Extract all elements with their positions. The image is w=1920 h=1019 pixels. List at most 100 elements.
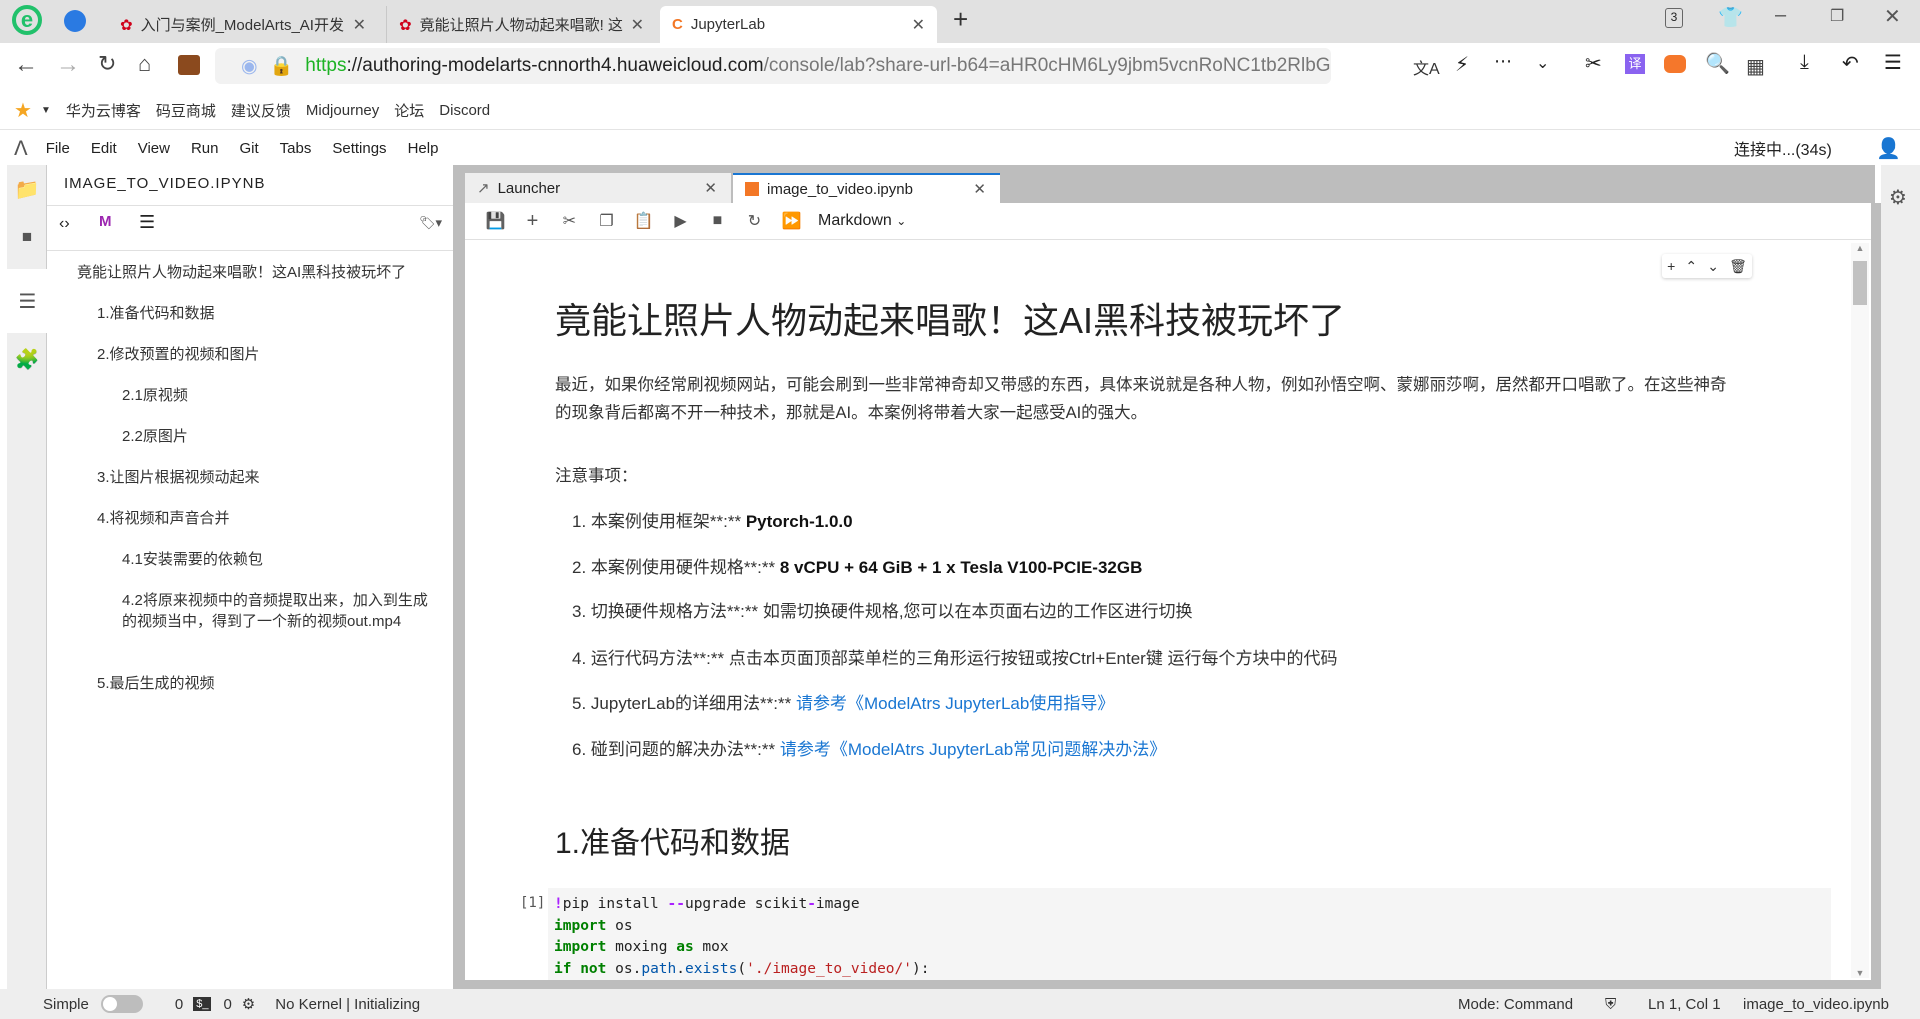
skin-icon[interactable]: 👕	[1718, 5, 1743, 30]
bookmark-item[interactable]: 建议反馈	[231, 100, 291, 121]
menu-settings[interactable]: Settings	[332, 140, 386, 157]
reload-button[interactable]: ↻	[98, 51, 116, 77]
menu-tabs[interactable]: Tabs	[280, 140, 312, 157]
restore-button[interactable]: ❐	[1830, 6, 1844, 26]
toc-item[interactable]: 3.让图片根据视频动起来	[97, 467, 260, 488]
insert-cell-icon[interactable]: +	[1667, 258, 1675, 274]
translate-ext-icon[interactable]: 译	[1625, 54, 1645, 74]
browser-tab-active[interactable]: C JupyterLab ✕	[660, 6, 937, 43]
new-tab-button[interactable]: +	[953, 4, 968, 35]
kernel-status[interactable]: No Kernel | Initializing	[275, 996, 420, 1013]
delete-cell-icon[interactable]: 🗑	[1729, 258, 1747, 275]
menu-run[interactable]: Run	[191, 140, 219, 157]
apps-icon[interactable]: ▦	[1746, 54, 1765, 79]
menu-help[interactable]: Help	[408, 140, 439, 157]
panel-splitter[interactable]	[453, 165, 465, 989]
bookmark-dropdown-icon[interactable]: ▼	[41, 105, 51, 116]
scissors-icon[interactable]: ✂	[1585, 51, 1602, 76]
url-input[interactable]: ◉ 🔒 https://authoring-modelarts-cnnorth4…	[215, 48, 1331, 84]
toc-item[interactable]: 4.1安装需要的依赖包	[122, 549, 263, 570]
scroll-down-icon[interactable]: ▼	[1851, 968, 1869, 978]
minimize-button[interactable]: –	[1775, 4, 1786, 27]
download-icon[interactable]: ⤓	[1800, 51, 1809, 74]
run-icon[interactable]: ▶	[662, 211, 699, 231]
code-cell[interactable]: !pip install --upgrade scikit-image impo…	[548, 888, 1831, 980]
run-all-icon[interactable]: ⏩	[773, 211, 810, 231]
toggle-markdown-icon[interactable]: M	[99, 213, 112, 230]
notebook-scrollbar[interactable]: ▲ ▼	[1851, 243, 1869, 978]
restart-icon[interactable]: ↻	[736, 211, 773, 231]
toc-item[interactable]: 2.修改预置的视频和图片	[97, 344, 260, 365]
cut-icon[interactable]: ✂	[551, 211, 588, 231]
tab-count-badge[interactable]: 3	[1665, 8, 1683, 28]
back-button[interactable]: ←	[14, 51, 38, 79]
running-icon[interactable]: ⏹	[7, 213, 47, 261]
toc-icon[interactable]: ☰	[7, 269, 48, 333]
file-browser-icon[interactable]: 📁	[7, 165, 47, 213]
toc-item[interactable]: 4.2将原来视频中的音频提取出来，加入到生成的视频当中，得到了一个新的视频out…	[122, 590, 432, 632]
move-down-icon[interactable]: ⌄	[1707, 258, 1719, 275]
trust-icon[interactable]: ⛨	[1605, 996, 1616, 1013]
close-tab-icon[interactable]: ✕	[912, 15, 925, 35]
close-tab-icon[interactable]: ✕	[704, 179, 717, 197]
bookmark-item[interactable]: 华为云博客	[66, 100, 141, 121]
telegram-icon[interactable]	[64, 10, 86, 32]
toc-item[interactable]: 2.2原图片	[122, 426, 188, 447]
simple-mode-toggle[interactable]	[100, 995, 143, 1013]
browser-tab[interactable]: ✿ 竟能让照片人物动起来唱歌! 这 ✕	[386, 6, 656, 43]
forward-button[interactable]: →	[56, 51, 80, 79]
faq-link[interactable]: 请参考《ModelAtrs JupyterLab常见问题解决办法》	[780, 740, 1166, 759]
move-up-icon[interactable]: ⌃	[1685, 258, 1697, 275]
menu-git[interactable]: Git	[240, 140, 259, 157]
bookmark-item[interactable]: Discord	[439, 102, 490, 119]
menu-file[interactable]: File	[46, 140, 70, 157]
undo-icon[interactable]: ↶	[1842, 51, 1859, 76]
toc-item[interactable]: 1.准备代码和数据	[97, 303, 215, 324]
scroll-thumb[interactable]	[1853, 261, 1867, 305]
search-icon[interactable]: 🔍	[1705, 51, 1730, 76]
cursor-position[interactable]: Ln 1, Col 1	[1648, 996, 1721, 1013]
browser-logo-icon[interactable]: e	[12, 5, 42, 35]
extensions-icon[interactable]: 🧩	[7, 335, 47, 383]
numbering-icon[interactable]: ☰	[139, 212, 155, 233]
shield-icon: ◉	[241, 55, 258, 77]
property-inspector-icon[interactable]: ⚙	[1889, 185, 1907, 210]
briefcase-icon[interactable]	[178, 55, 200, 75]
star-icon[interactable]: ★	[14, 98, 32, 123]
close-tab-icon[interactable]: ✕	[353, 15, 366, 35]
more-icon[interactable]: ⋯	[1494, 51, 1512, 72]
toggle-code-icon[interactable]: ‹›	[59, 215, 70, 233]
toc-item[interactable]: 4.将视频和声音合并	[97, 508, 230, 529]
close-tab-icon[interactable]: ✕	[973, 180, 986, 198]
stop-icon[interactable]: ■	[699, 212, 736, 230]
close-tab-icon[interactable]: ✕	[631, 15, 644, 35]
translate-icon[interactable]: 文A	[1413, 55, 1440, 79]
add-cell-icon[interactable]: +	[514, 210, 551, 233]
scroll-up-icon[interactable]: ▲	[1851, 243, 1869, 253]
close-window-button[interactable]: ✕	[1884, 4, 1901, 29]
tab-launcher[interactable]: ↗ Launcher ✕	[465, 173, 731, 203]
bookmark-item[interactable]: 码豆商城	[156, 100, 216, 121]
tag-filter-icon[interactable]: 🏷▾	[419, 215, 442, 231]
toc-item[interactable]: 竟能让照片人物动起来唱歌！这AI黑科技被玩坏了	[77, 262, 406, 283]
menu-view[interactable]: View	[138, 140, 170, 157]
user-icon[interactable]: 👤	[1876, 136, 1901, 161]
cell-type-select[interactable]: Markdown ⌄	[818, 212, 906, 230]
save-icon[interactable]: 💾	[477, 211, 514, 231]
menu-edit[interactable]: Edit	[91, 140, 117, 157]
copy-icon[interactable]: ❐	[588, 211, 625, 231]
jupyter-icon: C	[672, 16, 683, 33]
menu-icon[interactable]: ☰	[1884, 50, 1902, 75]
guide-link[interactable]: 请参考《ModelAtrs JupyterLab使用指导》	[796, 694, 1114, 713]
bookmark-item[interactable]: 论坛	[394, 100, 424, 121]
toc-item[interactable]: 5.最后生成的视频	[97, 673, 215, 694]
home-button[interactable]: ⌂	[138, 51, 151, 77]
lightning-icon[interactable]: ⚡	[1455, 52, 1469, 77]
paste-icon[interactable]: 📋	[625, 211, 662, 231]
dropdown-icon[interactable]: ⌄	[1536, 53, 1549, 73]
browser-tab[interactable]: ✿ 入门与案例_ModelArts_AI开发 ✕	[108, 6, 378, 43]
game-icon[interactable]	[1664, 55, 1686, 73]
bookmark-item[interactable]: Midjourney	[306, 102, 379, 119]
tab-notebook[interactable]: image_to_video.ipynb ✕	[733, 173, 1000, 203]
toc-item[interactable]: 2.1原视频	[122, 385, 188, 406]
